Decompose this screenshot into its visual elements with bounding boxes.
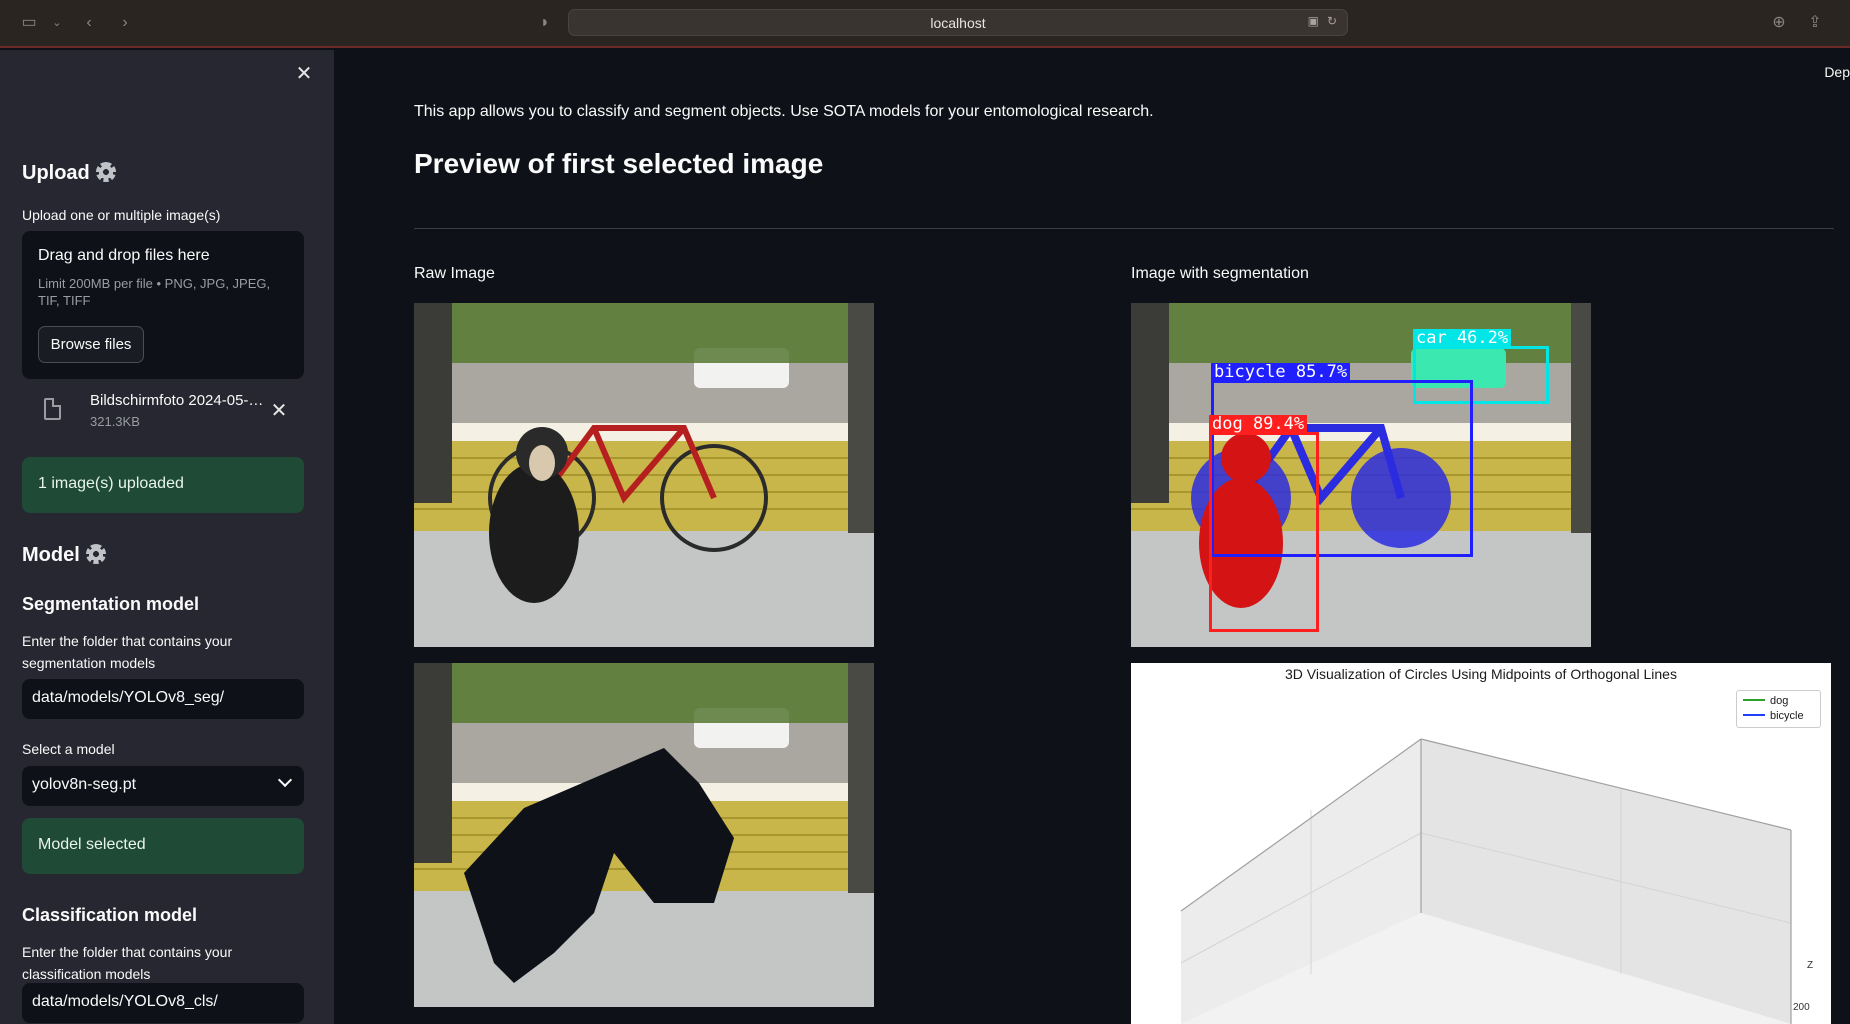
file-size: 321.3KB (90, 414, 140, 429)
gear-icon (95, 162, 116, 182)
file-name: Bildschirmfoto 2024-05-… (90, 392, 264, 409)
chevron-down-icon[interactable]: ⌄ (46, 12, 68, 34)
sidebar-toggle-icon[interactable]: ▭ (18, 12, 40, 34)
deploy-button[interactable]: Dep (1824, 64, 1850, 80)
sidebar: ✕ Upload Upload one or multiple image(s)… (0, 50, 334, 1024)
3d-plot: 3D Visualization of Circles Using Midpoi… (1131, 663, 1831, 1024)
segmented-image: car 46.2% bicycle 85.7% dog 89.4% (1131, 303, 1591, 647)
z-axis-label: Z (1807, 960, 1814, 971)
browser-toolbar: ▭ ⌄ ‹ › ◗ localhost ▣ ↻ ⊕ ⇪ (0, 0, 1850, 48)
preview-heading: Preview of first selected image (414, 148, 824, 179)
select-model-label: Select a model (22, 741, 115, 757)
file-dropzone[interactable]: Drag and drop files here Limit 200MB per… (22, 231, 304, 379)
raw-image (414, 303, 874, 647)
car-detection-label: car 46.2% (1413, 329, 1512, 347)
uploaded-file-item: Bildschirmfoto 2024-05-… 321.3KB ✕ (22, 388, 304, 436)
download-icon[interactable]: ⊕ (1768, 12, 1790, 34)
back-icon[interactable]: ‹ (78, 12, 100, 34)
dog-bounding-box (1209, 432, 1319, 632)
remove-file-icon[interactable]: ✕ (268, 400, 290, 422)
divider (414, 228, 1834, 229)
masked-image (414, 663, 874, 1007)
seg-folder-label: Enter the folder that contains your segm… (22, 633, 233, 671)
segmentation-model-heading: Segmentation model (22, 594, 200, 614)
cls-folder-label: Enter the folder that contains your clas… (22, 944, 233, 982)
url-text: localhost (930, 15, 986, 31)
share-icon[interactable]: ⇪ (1804, 12, 1826, 34)
close-sidebar-icon[interactable]: ✕ (292, 62, 316, 86)
z-axis-tick: 200 (1793, 1002, 1810, 1013)
upload-status-alert: 1 image(s) uploaded (22, 457, 304, 513)
shield-icon[interactable]: ◗ (534, 12, 556, 34)
dropzone-title: Drag and drop files here (38, 247, 210, 264)
upload-heading: Upload (22, 162, 116, 185)
model-status-alert: Model selected (22, 818, 304, 874)
dropzone-limit: Limit 200MB per file • PNG, JPG, JPEG, T… (38, 276, 271, 308)
model-select-value: yolov8n-seg.pt (32, 776, 137, 793)
upload-label: Upload one or multiple image(s) (22, 207, 221, 223)
dog-detection-label: dog 89.4% (1209, 415, 1308, 433)
chevron-down-icon (277, 772, 293, 788)
bicycle-detection-label: bicycle 85.7% (1211, 363, 1351, 381)
cls-folder-input[interactable]: data/models/YOLOv8_cls/ (22, 983, 304, 1023)
classification-model-heading: Classification model (22, 905, 198, 925)
address-bar[interactable]: localhost ▣ ↻ (568, 9, 1348, 36)
intro-text: This app allows you to classify and segm… (414, 103, 1154, 120)
translate-icon[interactable]: ▣ (1308, 14, 1319, 28)
file-icon (44, 398, 61, 420)
reload-icon[interactable]: ↻ (1327, 14, 1337, 28)
forward-icon[interactable]: › (114, 12, 136, 34)
browse-files-button[interactable]: Browse files (38, 326, 144, 363)
segmentation-image-caption: Image with segmentation (1131, 265, 1309, 282)
gear-icon (85, 544, 106, 564)
plot-axes (1180, 738, 1792, 1024)
seg-folder-input[interactable]: data/models/YOLOv8_seg/ (22, 679, 304, 719)
model-select[interactable]: yolov8n-seg.pt (22, 766, 304, 806)
raw-image-caption: Raw Image (414, 265, 495, 282)
model-heading: Model (22, 544, 106, 567)
